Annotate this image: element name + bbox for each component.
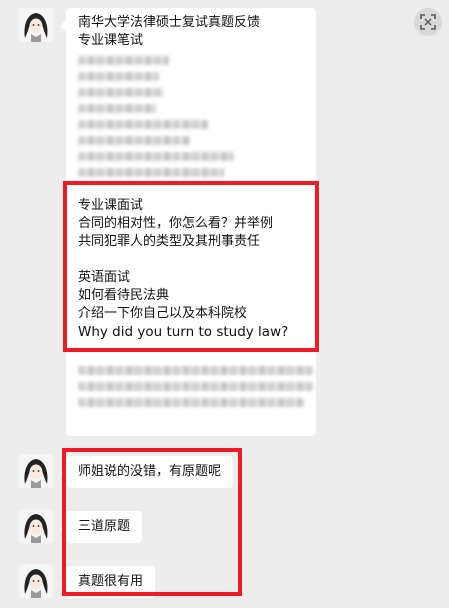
avatar-icon bbox=[19, 8, 53, 42]
message-bubble[interactable]: 真题很有用 bbox=[59, 566, 156, 598]
interview-question-2: 共同犯罪人的类型及其刑事责任 bbox=[78, 234, 261, 249]
screenshot-button[interactable] bbox=[414, 8, 442, 36]
interview-question-1: 合同的相对性，你怎么看？并举例 bbox=[78, 216, 274, 231]
message-text: 三道原题 bbox=[78, 519, 131, 534]
avatar[interactable] bbox=[19, 454, 53, 488]
avatar[interactable] bbox=[19, 564, 53, 598]
english-question-3: Why did you turn to study law? bbox=[78, 324, 289, 340]
blurred-content bbox=[78, 56, 234, 177]
message-text: 师姐说的没错，有原题呢 bbox=[78, 464, 222, 479]
avatar-icon bbox=[19, 454, 53, 488]
avatar-icon bbox=[19, 564, 53, 598]
message-bubble[interactable]: 师姐说的没错，有原题呢 bbox=[59, 456, 234, 488]
english-question-1: 如何看待民法典 bbox=[78, 288, 170, 303]
avatar[interactable] bbox=[19, 8, 53, 42]
avatar[interactable] bbox=[19, 509, 53, 543]
message-text: 真题很有用 bbox=[78, 574, 144, 589]
section-written: 专业课笔试 bbox=[78, 33, 144, 48]
screenshot-frame-icon bbox=[420, 14, 436, 30]
blurred-content bbox=[78, 360, 313, 414]
message-title: 南华大学法律硕士复试真题反馈 bbox=[78, 15, 261, 30]
section-interview: 专业课面试 bbox=[78, 198, 144, 213]
message-bubble[interactable]: 三道原题 bbox=[59, 511, 143, 543]
message-bubble-exam-feedback[interactable]: 南华大学法律硕士复试真题反馈 专业课笔试 专业课面试 合同的相对性，你怎么看？并… bbox=[60, 8, 316, 436]
english-question-2: 介绍一下你自己以及本科院校 bbox=[78, 306, 248, 321]
section-english: 英语面试 bbox=[78, 270, 131, 285]
avatar-icon bbox=[19, 509, 53, 543]
